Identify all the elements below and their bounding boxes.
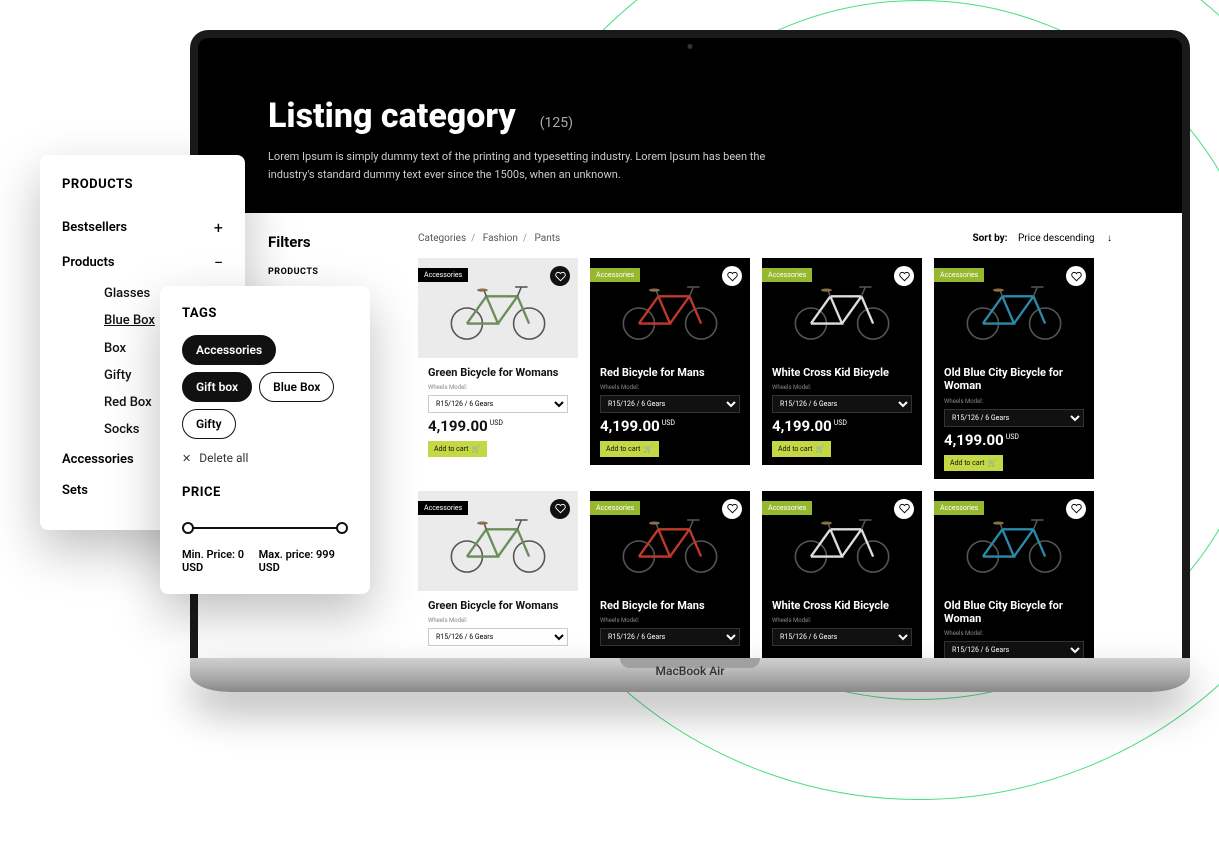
product-title: Red Bicycle for Mans xyxy=(600,599,740,612)
listing-count: (125) xyxy=(540,115,573,131)
slider-handle-max[interactable] xyxy=(336,522,348,534)
wishlist-button[interactable] xyxy=(722,499,742,519)
heart-icon xyxy=(555,271,566,282)
heart-icon xyxy=(727,503,738,514)
products-label: PRODUCTS xyxy=(268,267,388,277)
page-description: Lorem Ipsum is simply dummy text of the … xyxy=(268,148,788,183)
add-to-cart-button[interactable]: Add to cart 🛒 xyxy=(600,441,659,457)
tags-heading: TAGS xyxy=(182,306,348,321)
product-badge: Accessories xyxy=(934,501,984,515)
price-heading: PRICE xyxy=(182,485,348,500)
variant-select[interactable]: R15/126 / 6 Gears xyxy=(772,395,912,413)
product-badge: Accessories xyxy=(590,501,640,515)
nav-products[interactable]: Products − xyxy=(62,245,223,280)
product-card[interactable]: Accessories Old Blue City Bicycle for Wo… xyxy=(934,491,1094,658)
add-to-cart-button[interactable]: Add to cart 🛒 xyxy=(772,441,831,457)
plus-icon: + xyxy=(214,218,223,237)
close-icon: ✕ xyxy=(182,452,191,465)
product-card[interactable]: Accessories Red Bicycle for Mans Wheels … xyxy=(590,258,750,478)
product-price: 4,199.00USD xyxy=(428,417,568,435)
tag-chip[interactable]: Blue Box xyxy=(259,372,334,402)
price-min: Min. Price: 0 USD xyxy=(182,548,259,574)
breadcrumb-fashion[interactable]: Fashion xyxy=(483,233,518,244)
filters-heading: Filters xyxy=(268,233,388,251)
product-card[interactable]: Accessories Green Bicycle for Womans Whe… xyxy=(418,491,578,658)
add-to-cart-button[interactable]: Add to cart 🛒 xyxy=(944,455,1003,471)
product-card[interactable]: Accessories White Cross Kid Bicycle Whee… xyxy=(762,258,922,478)
sort-control[interactable]: Sort by: Price descending ↓ xyxy=(973,233,1113,244)
product-badge: Accessories xyxy=(418,501,468,515)
heart-icon xyxy=(555,503,566,514)
variant-select[interactable]: R15/126 / 6 Gears xyxy=(944,409,1084,427)
tag-chip[interactable]: Accessories xyxy=(182,335,276,365)
variant-select[interactable]: R15/126 / 6 Gears xyxy=(428,395,568,413)
breadcrumb: Categories/ Fashion/ Pants xyxy=(418,233,560,244)
heart-icon xyxy=(1071,271,1082,282)
variant-label: Wheels Model: xyxy=(772,617,912,624)
variant-select[interactable]: R15/126 / 6 Gears xyxy=(772,628,912,646)
variant-label: Wheels Model: xyxy=(944,398,1084,405)
product-card[interactable]: Accessories Red Bicycle for Mans Wheels … xyxy=(590,491,750,658)
price-slider[interactable] xyxy=(182,518,348,538)
variant-select[interactable]: R15/126 / 6 Gears xyxy=(428,628,568,646)
tag-chip[interactable]: Gift box xyxy=(182,372,252,402)
page-header: Listing category (125) Lorem Ipsum is si… xyxy=(198,56,1182,213)
heart-icon xyxy=(899,271,910,282)
heart-icon xyxy=(727,271,738,282)
product-title: White Cross Kid Bicycle xyxy=(772,366,912,379)
nav-bestsellers[interactable]: Bestsellers + xyxy=(62,210,223,245)
product-title: Green Bicycle for Womans xyxy=(428,599,568,612)
tag-chips: Accessories Gift boxBlue Box Gifty xyxy=(182,335,348,439)
tag-chip[interactable]: Gifty xyxy=(182,409,236,439)
price-max: Max. price: 999 USD xyxy=(259,548,348,574)
delete-all-tags[interactable]: ✕ Delete all xyxy=(182,451,348,465)
product-title: Old Blue City Bicycle for Woman xyxy=(944,366,1084,392)
wishlist-button[interactable] xyxy=(1066,499,1086,519)
product-card[interactable]: Accessories White Cross Kid Bicycle Whee… xyxy=(762,491,922,658)
minus-icon: − xyxy=(214,253,223,272)
variant-label: Wheels Model: xyxy=(600,384,740,391)
variant-label: Wheels Model: xyxy=(428,384,568,391)
wishlist-button[interactable] xyxy=(894,499,914,519)
product-badge: Accessories xyxy=(418,268,468,282)
tags-panel: TAGS Accessories Gift boxBlue Box Gifty ✕ … xyxy=(160,286,370,594)
breadcrumb-pants[interactable]: Pants xyxy=(535,233,561,244)
product-card[interactable]: Accessories Green Bicycle for Womans Whe… xyxy=(418,258,578,478)
product-title: Red Bicycle for Mans xyxy=(600,366,740,379)
arrow-down-icon: ↓ xyxy=(1107,233,1112,244)
page-title: Listing category xyxy=(268,96,516,136)
variant-label: Wheels Model: xyxy=(600,617,740,624)
variant-select[interactable]: R15/126 / 6 Gears xyxy=(600,395,740,413)
products-panel-heading: PRODUCTS xyxy=(62,177,223,192)
product-badge: Accessories xyxy=(590,268,640,282)
product-badge: Accessories xyxy=(762,268,812,282)
product-price: 4,199.00USD xyxy=(944,431,1084,449)
variant-label: Wheels Model: xyxy=(944,630,1084,637)
variant-select[interactable]: R15/126 / 6 Gears xyxy=(600,628,740,646)
wishlist-button[interactable] xyxy=(550,499,570,519)
heart-icon xyxy=(1071,503,1082,514)
product-price: 4,199.00USD xyxy=(600,417,740,435)
heart-icon xyxy=(899,503,910,514)
product-title: Green Bicycle for Womans xyxy=(428,366,568,379)
product-title: White Cross Kid Bicycle xyxy=(772,599,912,612)
add-to-cart-button[interactable]: Add to cart 🛒 xyxy=(428,441,487,457)
product-badge: Accessories xyxy=(934,268,984,282)
product-badge: Accessories xyxy=(762,501,812,515)
product-title: Old Blue City Bicycle for Woman xyxy=(944,599,1084,625)
variant-label: Wheels Model: xyxy=(428,617,568,624)
variant-select[interactable]: R15/126 / 6 Gears xyxy=(944,641,1084,658)
laptop-label: MacBook Air xyxy=(656,664,725,678)
breadcrumb-categories[interactable]: Categories xyxy=(418,233,466,244)
slider-handle-min[interactable] xyxy=(182,522,194,534)
product-price: 4,199.00USD xyxy=(772,417,912,435)
product-card[interactable]: Accessories Old Blue City Bicycle for Wo… xyxy=(934,258,1094,478)
product-grid: Accessories Green Bicycle for Womans Whe… xyxy=(418,258,1182,658)
variant-label: Wheels Model: xyxy=(772,384,912,391)
